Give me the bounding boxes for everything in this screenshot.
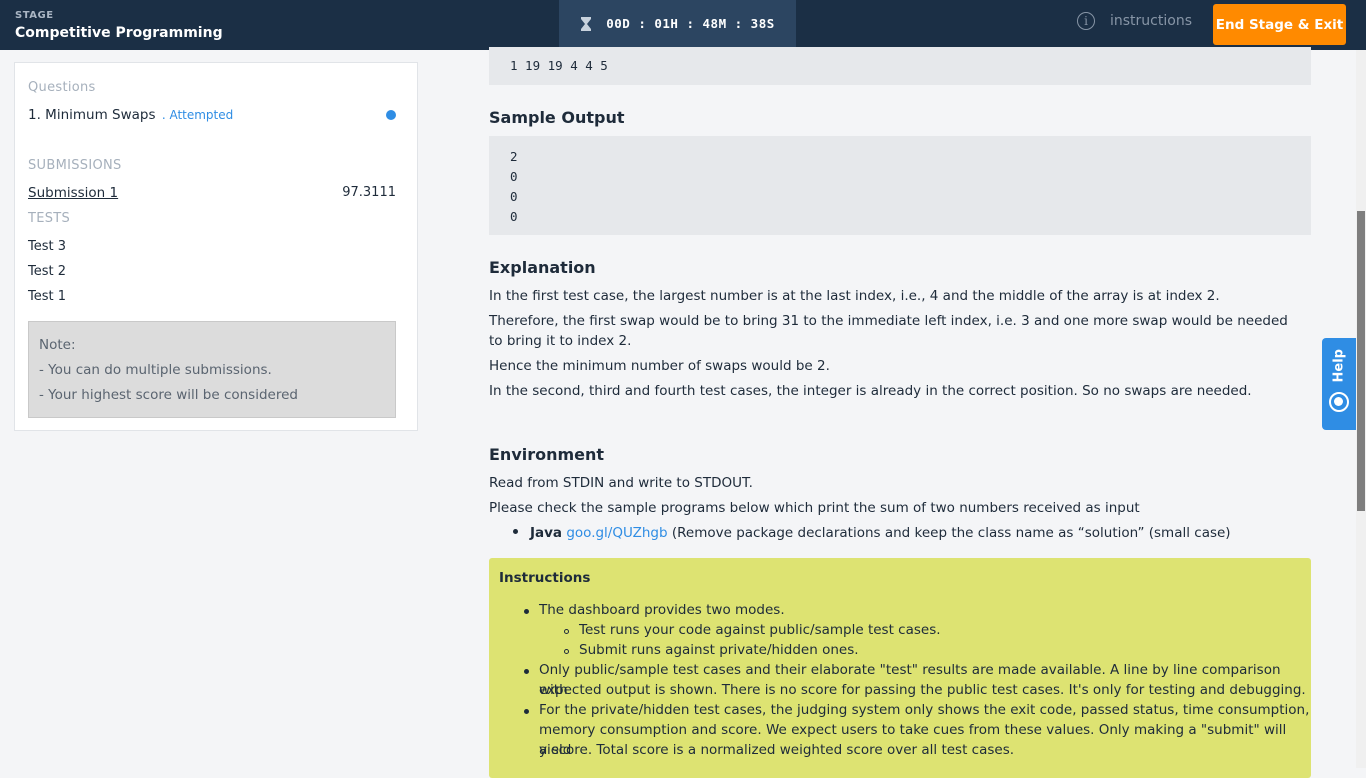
sample-output-line: 0 (510, 189, 518, 204)
note-line: - You can do multiple submissions. (39, 362, 272, 378)
environment-heading: Environment (489, 445, 605, 464)
timer-text: 00D : 01H : 48M : 38S (606, 16, 775, 31)
help-label: Help (1331, 349, 1347, 383)
instructions-label: instructions (1110, 13, 1192, 29)
submissions-heading: SUBMISSIONS (28, 158, 122, 173)
note-title: Note: (39, 337, 76, 353)
submission-link[interactable]: Submission 1 (28, 185, 118, 201)
instruction-bullet: For the private/hidden test cases, the j… (539, 702, 1310, 718)
sample-output-line: 2 (510, 149, 518, 164)
environment-line: Read from STDIN and write to STDOUT. (489, 475, 753, 491)
stage-name: Competitive Programming (15, 25, 223, 41)
instructions-link[interactable]: i instructions (1077, 12, 1192, 30)
explanation-paragraph: Hence the minimum number of swaps would … (489, 358, 830, 374)
sample-output-block: 2 0 0 0 (489, 136, 1311, 235)
explanation-paragraph: In the second, third and fourth test cas… (489, 383, 1252, 399)
bullet-dot (524, 709, 529, 714)
hourglass-icon (581, 16, 592, 31)
questions-heading: Questions (28, 80, 96, 95)
instructions-box: Instructions The dashboard provides two … (489, 558, 1311, 778)
question-status: . Attempted (161, 108, 234, 122)
bullet-dot (524, 669, 529, 674)
sample-output-line: 0 (510, 209, 518, 224)
sub-bullet-circle (564, 649, 569, 654)
explanation-paragraph: Therefore, the first swap would be to br… (489, 313, 1288, 349)
question-item[interactable]: 1. Minimum Swaps . Attempted (28, 107, 233, 123)
environment-line: Please check the sample programs below w… (489, 500, 1140, 516)
info-icon: i (1077, 12, 1095, 30)
java-lang: Java (530, 525, 563, 541)
note-line: - Your highest score will be considered (39, 387, 298, 403)
java-sample-link[interactable]: goo.gl/QUZhgb (566, 525, 667, 541)
end-stage-button[interactable]: End Stage & Exit (1213, 4, 1346, 45)
instruction-sub-bullet: Submit runs against private/hidden ones. (579, 642, 859, 658)
question-label: 1. Minimum Swaps (28, 107, 156, 123)
sample-output-heading: Sample Output (489, 108, 625, 127)
test-item[interactable]: Test 1 (28, 289, 66, 304)
stage-label: STAGE (15, 10, 54, 21)
help-tab[interactable]: Help (1322, 338, 1356, 430)
question-status-dot (386, 110, 396, 120)
explanation-paragraph: In the first test case, the largest numb… (489, 288, 1220, 304)
sample-input-block: 1 19 19 4 4 5 (489, 47, 1311, 85)
instruction-bullet-cont: a score. Total score is a normalized wei… (539, 742, 1015, 758)
instructions-title: Instructions (499, 570, 591, 586)
scrollbar-thumb[interactable] (1357, 211, 1365, 511)
java-item: Java goo.gl/QUZhgb (Remove package decla… (513, 523, 1231, 543)
instruction-bullet-cont: expected output is shown. There is no sc… (539, 682, 1306, 698)
test-item[interactable]: Test 3 (28, 239, 66, 254)
bullet-dot (524, 609, 529, 614)
sample-input-line: 1 19 19 4 4 5 (510, 58, 608, 73)
submission-score: 97.3111 (342, 185, 396, 200)
explanation-heading: Explanation (489, 258, 596, 277)
scrollbar[interactable] (1356, 50, 1366, 768)
help-icon (1329, 392, 1349, 412)
note-box: Note: - You can do multiple submissions.… (28, 321, 396, 418)
tests-heading: TESTS (28, 211, 71, 226)
test-item[interactable]: Test 2 (28, 264, 66, 279)
countdown-timer: 00D : 01H : 48M : 38S (559, 0, 796, 50)
top-bar: STAGE Competitive Programming 00D : 01H … (0, 0, 1366, 50)
instruction-bullet: The dashboard provides two modes. (539, 602, 785, 618)
bullet-dot (513, 528, 518, 534)
sub-bullet-circle (564, 629, 569, 634)
sample-output-line: 0 (510, 169, 518, 184)
java-note: (Remove package declarations and keep th… (671, 525, 1231, 541)
questions-panel: Questions 1. Minimum Swaps . Attempted S… (14, 62, 418, 431)
instruction-sub-bullet: Test runs your code against public/sampl… (579, 622, 941, 638)
